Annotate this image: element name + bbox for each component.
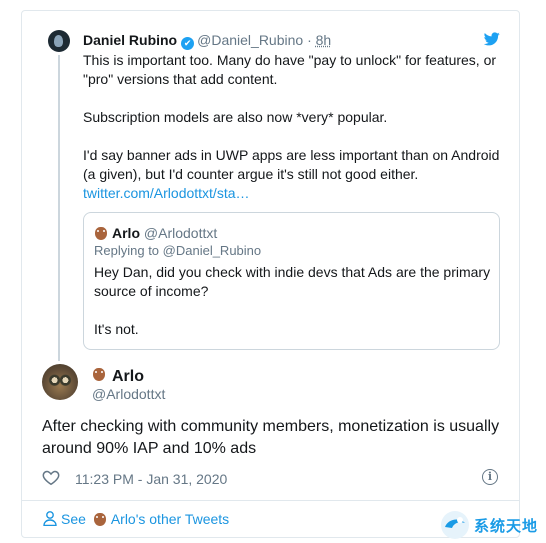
parent-paragraph-1: This is important too. Many do have "pay… bbox=[83, 52, 497, 87]
quoted-author-name: Arlo bbox=[112, 225, 140, 241]
watermark-text: 系统天地 bbox=[474, 517, 539, 535]
replying-to-label: Replying to @Daniel_Rubino bbox=[94, 243, 262, 258]
main-tweet-text: After checking with community members, m… bbox=[42, 418, 500, 457]
arlo-avatar[interactable] bbox=[42, 364, 78, 400]
quoted-tweet-text: Hey Dan, did you check with indie devs t… bbox=[94, 263, 494, 339]
quoted-handle: @Arlodottxt bbox=[143, 225, 218, 241]
main-author-name[interactable]: Arlo bbox=[112, 368, 144, 385]
quoted-paragraph-2: It's not. bbox=[94, 321, 139, 337]
parent-time[interactable]: 8h bbox=[316, 32, 332, 48]
parent-handle[interactable]: @Daniel_Rubino bbox=[197, 32, 303, 48]
daniel-avatar[interactable] bbox=[48, 30, 70, 52]
twitter-bird-icon[interactable] bbox=[484, 32, 500, 46]
parent-quoted-link[interactable]: twitter.com/Arlodottxt/sta… bbox=[83, 184, 503, 203]
heart-icon[interactable] bbox=[42, 469, 60, 486]
see-other-tweets-link[interactable]: See Arlo's other Tweets bbox=[43, 510, 229, 528]
person-icon bbox=[43, 511, 57, 526]
quoted-paragraph-1: Hey Dan, did you check with indie devs t… bbox=[94, 264, 491, 299]
parent-paragraph-3: I'd say banner ads in UWP apps are less … bbox=[83, 147, 500, 182]
owl-emoji-icon bbox=[92, 366, 108, 383]
info-icon[interactable]: i bbox=[482, 469, 498, 485]
parent-paragraph-2: Subscription models are also now *very* … bbox=[83, 109, 388, 125]
parent-tweet-text: This is important too. Many do have "pay… bbox=[83, 51, 503, 203]
parent-author-name[interactable]: Daniel Rubino bbox=[83, 32, 177, 48]
other-tweets-label[interactable]: Arlo's other Tweets bbox=[111, 511, 229, 527]
main-author[interactable]: Arlo bbox=[92, 366, 144, 387]
site-watermark: 系统天地 bbox=[436, 507, 546, 543]
footer-divider bbox=[22, 500, 519, 501]
owl-emoji-icon bbox=[93, 511, 107, 526]
tweet-timestamp[interactable]: 11:23 PM - Jan 31, 2020 bbox=[75, 470, 227, 488]
watermark-logo-icon bbox=[441, 511, 469, 539]
thread-line bbox=[58, 55, 60, 361]
main-handle[interactable]: @Arlodottxt bbox=[92, 385, 165, 403]
verified-icon: ✔ bbox=[181, 37, 195, 50]
parent-tweet-header: Daniel Rubino ✔ @Daniel_Rubino · 8h bbox=[83, 31, 331, 50]
owl-emoji-icon bbox=[94, 225, 108, 240]
quoted-tweet-header: Arlo @Arlodottxt bbox=[94, 224, 217, 242]
separator-dot: · bbox=[307, 32, 312, 48]
quoted-tweet-card[interactable]: Arlo @Arlodottxt Replying to @Daniel_Rub… bbox=[83, 212, 500, 350]
see-label[interactable]: See bbox=[61, 511, 86, 527]
